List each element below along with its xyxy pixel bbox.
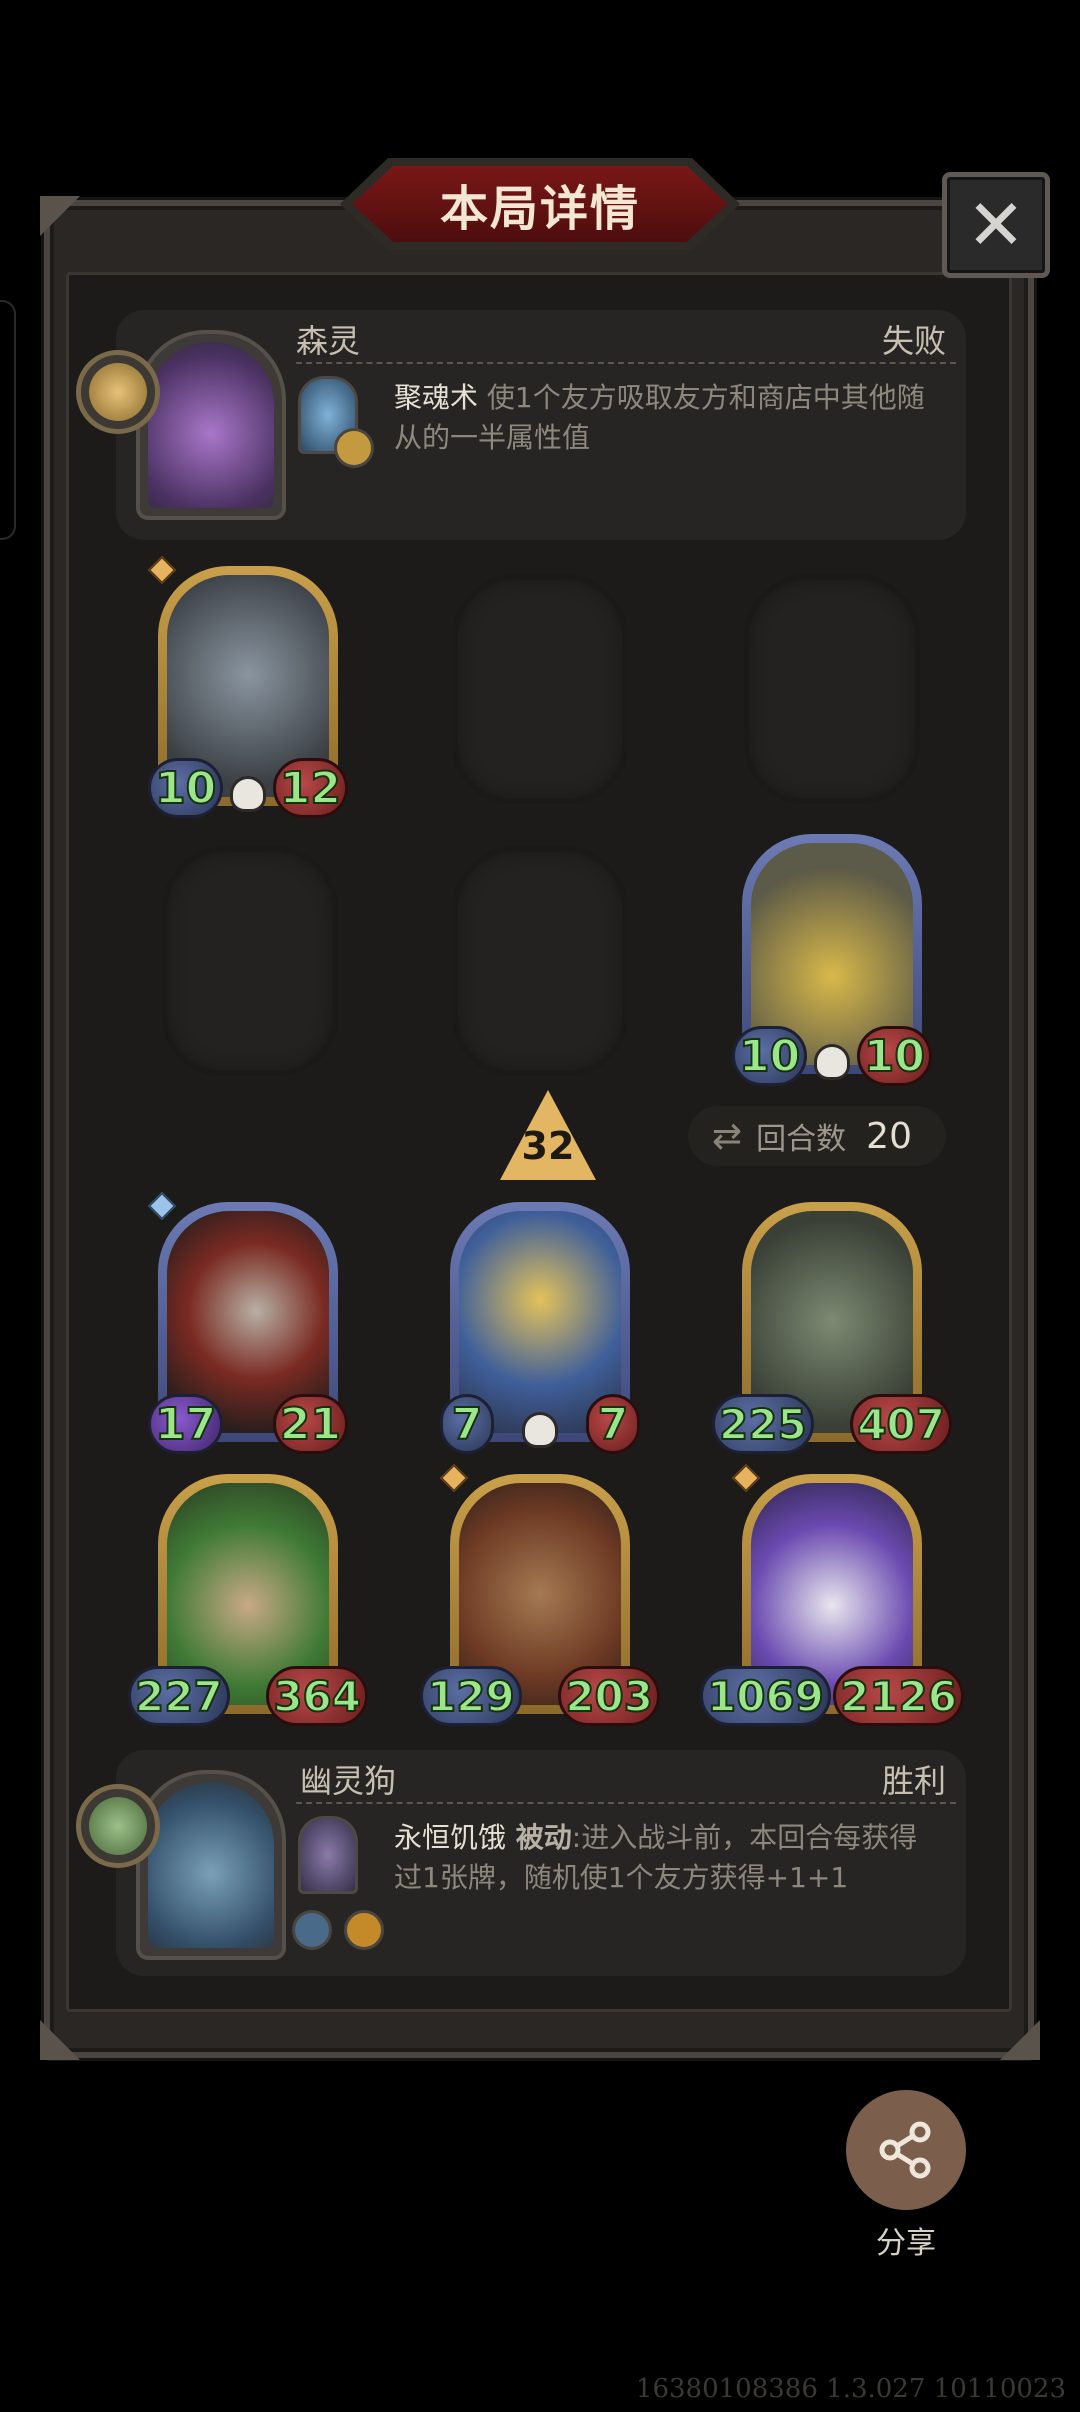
minion-card[interactable]: 1069 2126: [700, 1463, 964, 1726]
opponent-skill: 聚魂术 使1个友方吸取友方和商店中其他随从的一半属性值: [394, 378, 934, 458]
minion-card[interactable]: 225 407: [712, 1202, 952, 1454]
health-stat: 407: [850, 1394, 952, 1454]
health-stat: 12: [272, 758, 348, 818]
divider: [296, 1802, 956, 1804]
skull-icon: [814, 1044, 850, 1080]
empty-slot: [452, 846, 628, 1076]
skull-icon: [230, 776, 266, 812]
health-stat: 203: [558, 1666, 660, 1726]
empty-slot: [452, 574, 628, 804]
opponent-skill-name: 聚魂术: [394, 381, 479, 414]
minion-card[interactable]: 227 364: [128, 1474, 368, 1726]
minion-card[interactable]: 17 21: [147, 1191, 348, 1454]
rune-icon[interactable]: [344, 1910, 384, 1950]
attack-stat: 129: [420, 1666, 522, 1726]
turn-label: 回合数: [756, 1122, 847, 1157]
player-medal: [76, 1784, 160, 1868]
player-result: 胜利: [881, 1762, 946, 1800]
close-button[interactable]: ✕: [942, 172, 1050, 278]
turn-value: 20: [866, 1115, 912, 1157]
turn-counter: ⇄ 回合数 20: [688, 1106, 946, 1166]
attack-stat: 7: [440, 1394, 494, 1454]
divider: [296, 362, 956, 364]
player-skill-keyword: 被动: [506, 1821, 572, 1854]
player-skill: 永恒饥饿 被动:进入战斗前，本回合每获得过1张牌，随机使1个友方获得+1+1: [394, 1818, 944, 1898]
skull-icon: [522, 1412, 558, 1448]
minion-card[interactable]: 7 7: [440, 1202, 640, 1454]
empty-slot: [162, 846, 338, 1076]
attack-stat: 10: [148, 758, 224, 818]
health-stat: 2126: [833, 1666, 964, 1726]
health-stat: 7: [586, 1394, 640, 1454]
close-icon: ✕: [966, 184, 1026, 266]
health-stat: 364: [266, 1666, 368, 1726]
share-button[interactable]: [846, 2090, 966, 2210]
player-name: 幽灵狗: [300, 1762, 397, 1800]
player-skill-name: 永恒饥饿: [394, 1821, 507, 1854]
attack-stat: 10: [732, 1026, 808, 1086]
attack-stat: 227: [128, 1666, 230, 1726]
share-label: 分享: [876, 2226, 936, 2261]
ghost-dog-portrait: [148, 1782, 274, 1948]
medal-icon: [89, 1797, 147, 1855]
edge-handle: [0, 300, 16, 540]
health-stat: 10: [856, 1026, 932, 1086]
opponent-avatar[interactable]: [136, 330, 286, 520]
minion-card[interactable]: 10 12: [147, 555, 348, 818]
minion-card[interactable]: 129 203: [420, 1463, 660, 1726]
opponent-medal: [76, 350, 160, 434]
health-stat: 21: [272, 1394, 348, 1454]
opponent-result: 失败: [881, 322, 946, 360]
title-banner-inner: 本局详情: [352, 166, 728, 242]
build-id: 16380108386 1.3.027 10110023: [635, 2374, 1066, 2404]
dragon-portrait: [148, 342, 274, 508]
share-icon: [879, 2121, 931, 2179]
player-avatar[interactable]: [136, 1770, 286, 1960]
attack-stat: 17: [148, 1394, 224, 1454]
minion-card[interactable]: 10 10: [732, 834, 932, 1086]
medal-icon: [89, 363, 147, 421]
hunger-skill-icon[interactable]: [298, 1816, 358, 1894]
attack-stat: 225: [712, 1394, 814, 1454]
opponent-name: 森灵: [296, 322, 361, 360]
dialog-title: 本局详情: [439, 181, 640, 237]
attack-stat: 1069: [700, 1666, 831, 1726]
sword-icon[interactable]: [292, 1910, 332, 1950]
level-value: 32: [521, 1124, 575, 1168]
cost-badge-icon: [334, 428, 374, 468]
swap-icon: ⇄: [712, 1115, 743, 1157]
empty-slot: [744, 574, 920, 804]
